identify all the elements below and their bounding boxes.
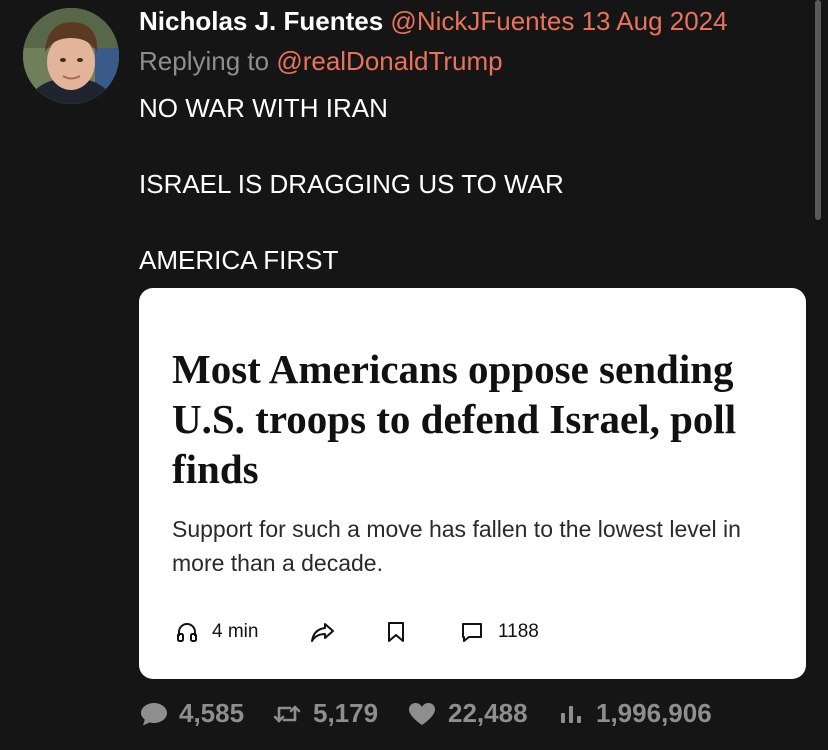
replying-to: Replying to @realDonaldTrump	[139, 45, 503, 77]
tweet-header: Nicholas J. Fuentes @NickJFuentes 13 Aug…	[139, 5, 728, 37]
replying-prefix: Replying to	[139, 46, 270, 76]
article-card[interactable]: Most Americans oppose sending U.S. troop…	[139, 288, 806, 679]
avatar[interactable]	[23, 8, 119, 104]
tweet-stats: 4,585 5,179 22,488 1,996,906	[139, 696, 799, 730]
author-name[interactable]: Nicholas J. Fuentes	[139, 6, 383, 36]
tweet-line-2: ISRAEL IS DRAGGING US TO WAR	[139, 169, 564, 199]
tweet-line-3: AMERICA FIRST	[139, 245, 339, 275]
scrollbar[interactable]	[815, 0, 821, 220]
article-headline[interactable]: Most Americans oppose sending U.S. troop…	[172, 344, 782, 494]
share-icon[interactable]	[310, 620, 336, 649]
tweet-date[interactable]: 13 Aug 2024	[582, 6, 728, 36]
view-count: 1,996,906	[596, 698, 712, 728]
article-actions: 4 min 1188	[172, 618, 772, 646]
retweet-icon[interactable]	[272, 701, 302, 732]
comment-icon[interactable]	[460, 620, 484, 649]
retweet-count: 5,179	[313, 698, 379, 728]
article-subhead: Support for such a move has fallen to th…	[172, 516, 741, 576]
tweet-line-1: NO WAR WITH IRAN	[139, 93, 388, 123]
comments-count[interactable]: 1188	[498, 621, 539, 643]
reply-icon[interactable]	[139, 701, 169, 732]
heart-icon[interactable]	[407, 701, 437, 732]
avatar-photo	[23, 8, 119, 104]
author-handle[interactable]: @NickJFuentes	[390, 6, 574, 36]
views-icon[interactable]	[558, 701, 584, 732]
listen-duration[interactable]: 4 min	[212, 621, 258, 643]
like-count: 22,488	[448, 698, 528, 728]
replying-mention[interactable]: @realDonaldTrump	[276, 46, 502, 76]
reply-count: 4,585	[179, 698, 245, 728]
headphones-icon[interactable]	[175, 620, 199, 649]
bookmark-icon[interactable]	[386, 620, 406, 649]
